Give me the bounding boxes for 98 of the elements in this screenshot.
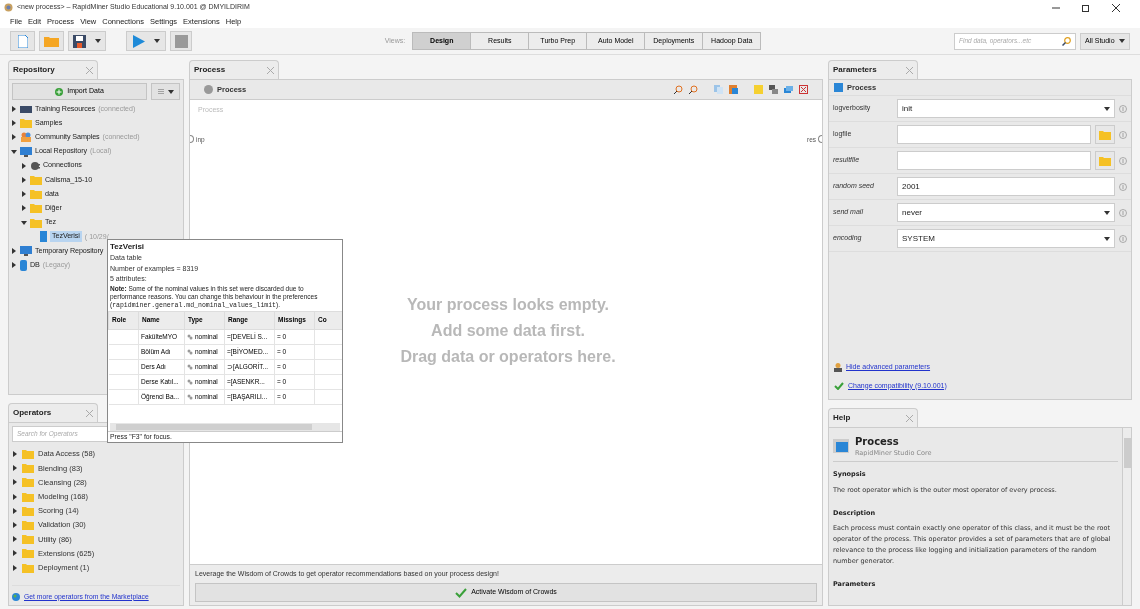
monitor-icon xyxy=(20,245,32,256)
folder-icon xyxy=(22,562,34,573)
folder-icon xyxy=(44,35,59,47)
folder-icon xyxy=(22,449,34,460)
parameter-field[interactable] xyxy=(897,151,1091,170)
save-button[interactable] xyxy=(68,31,106,51)
expanded-arrow-icon[interactable] xyxy=(21,219,27,226)
paste-icon[interactable] xyxy=(729,85,738,94)
folder-icon xyxy=(1099,129,1111,140)
collapsed-arrow-icon[interactable] xyxy=(12,564,18,571)
layers-icon[interactable] xyxy=(784,85,793,94)
folder-icon xyxy=(22,463,34,474)
folder-icon xyxy=(1099,155,1111,166)
collapsed-arrow-icon[interactable] xyxy=(11,262,17,269)
nominal-type-icon xyxy=(187,348,193,355)
screen-icon xyxy=(20,104,32,114)
process-icon xyxy=(834,83,843,92)
caret-icon xyxy=(1104,210,1110,215)
collapsed-arrow-icon[interactable] xyxy=(12,493,18,500)
help-title: Process xyxy=(855,435,900,449)
panel-tab[interactable]: Operators xyxy=(8,403,98,422)
panel-tab[interactable]: Parameters xyxy=(828,60,918,79)
caret-icon xyxy=(167,89,174,94)
horizontal-scrollbar[interactable] xyxy=(110,422,340,431)
caret-icon xyxy=(1104,236,1110,241)
menu-icon xyxy=(157,89,164,94)
collapsed-arrow-icon[interactable] xyxy=(21,205,27,212)
tooltip-title: TezVerisi xyxy=(110,241,146,253)
folder-icon xyxy=(22,505,34,516)
collapsed-arrow-icon[interactable] xyxy=(21,177,27,184)
folder-icon xyxy=(22,491,34,502)
globe-icon xyxy=(12,592,20,601)
panel-tab[interactable]: Help xyxy=(828,408,918,427)
folder-icon xyxy=(30,175,42,186)
parameter-dropdown[interactable]: never xyxy=(897,203,1115,222)
nominal-type-icon xyxy=(187,393,193,400)
process-icon xyxy=(204,85,213,94)
parameter-field[interactable]: 2001 xyxy=(897,177,1115,196)
nominal-type-icon xyxy=(187,333,193,340)
zoom-in-icon[interactable] xyxy=(674,85,683,94)
database-icon xyxy=(20,259,27,271)
monitor-icon xyxy=(20,146,32,157)
people-icon xyxy=(20,132,32,143)
folder-icon xyxy=(22,548,34,559)
collapsed-arrow-icon[interactable] xyxy=(12,479,18,486)
caret-icon xyxy=(154,39,161,43)
scrollbar[interactable] xyxy=(1122,428,1131,605)
nominal-type-icon xyxy=(187,363,193,370)
checkmark-icon xyxy=(455,587,468,598)
panel-tab[interactable]: Process xyxy=(189,60,279,79)
close-icon[interactable] xyxy=(1112,3,1120,12)
collapsed-arrow-icon[interactable] xyxy=(12,451,18,458)
collapsed-arrow-icon[interactable] xyxy=(11,120,17,127)
collapsed-arrow-icon[interactable] xyxy=(12,465,18,472)
document-icon xyxy=(17,34,28,48)
stop-icon xyxy=(174,34,188,48)
folder-icon xyxy=(22,534,34,545)
stop-button[interactable] xyxy=(170,31,192,51)
plus-icon xyxy=(55,87,64,96)
play-icon xyxy=(131,34,145,48)
caret-icon xyxy=(94,39,101,43)
process-icon xyxy=(833,439,849,454)
parameter-dropdown[interactable]: init xyxy=(897,99,1115,118)
collapsed-arrow-icon[interactable] xyxy=(11,106,17,113)
parameter-field[interactable] xyxy=(897,125,1091,144)
folder-icon xyxy=(30,189,42,200)
collapsed-arrow-icon[interactable] xyxy=(11,134,17,141)
maximize-icon[interactable] xyxy=(1082,3,1090,12)
checkmark-icon xyxy=(834,381,844,390)
collapsed-arrow-icon[interactable] xyxy=(12,507,18,514)
empty-canvas-hint: Add some data first. xyxy=(431,322,585,341)
user-icon xyxy=(834,362,842,372)
collapsed-arrow-icon[interactable] xyxy=(21,162,27,169)
caret-icon xyxy=(1104,106,1110,111)
folder-icon xyxy=(30,217,42,228)
collapsed-arrow-icon[interactable] xyxy=(11,247,17,254)
nominal-type-icon xyxy=(187,378,193,385)
app-logo-icon xyxy=(4,3,13,12)
folder-icon xyxy=(22,520,34,531)
collapsed-arrow-icon[interactable] xyxy=(21,191,27,198)
collapsed-arrow-icon[interactable] xyxy=(12,550,18,557)
empty-canvas-hint: Drag data or operators here. xyxy=(400,348,616,367)
folder-icon xyxy=(20,118,32,129)
menu-button[interactable] xyxy=(151,83,180,100)
folder-icon xyxy=(22,477,34,488)
expanded-arrow-icon[interactable] xyxy=(11,148,17,155)
zoom-out-icon[interactable] xyxy=(689,85,698,94)
run-button[interactable] xyxy=(126,31,166,51)
folder-icon xyxy=(30,203,42,214)
search-icon[interactable] xyxy=(1062,36,1071,46)
empty-canvas-hint: Your process looks empty. xyxy=(406,296,610,315)
caret-icon xyxy=(1119,39,1125,43)
parameter-dropdown[interactable]: SYSTEM xyxy=(897,229,1115,248)
data-table-icon xyxy=(40,231,47,243)
collapsed-arrow-icon[interactable] xyxy=(12,522,18,529)
plug-icon xyxy=(30,160,40,171)
collapsed-arrow-icon[interactable] xyxy=(12,536,18,543)
panel-tab[interactable]: Repository xyxy=(8,60,98,79)
